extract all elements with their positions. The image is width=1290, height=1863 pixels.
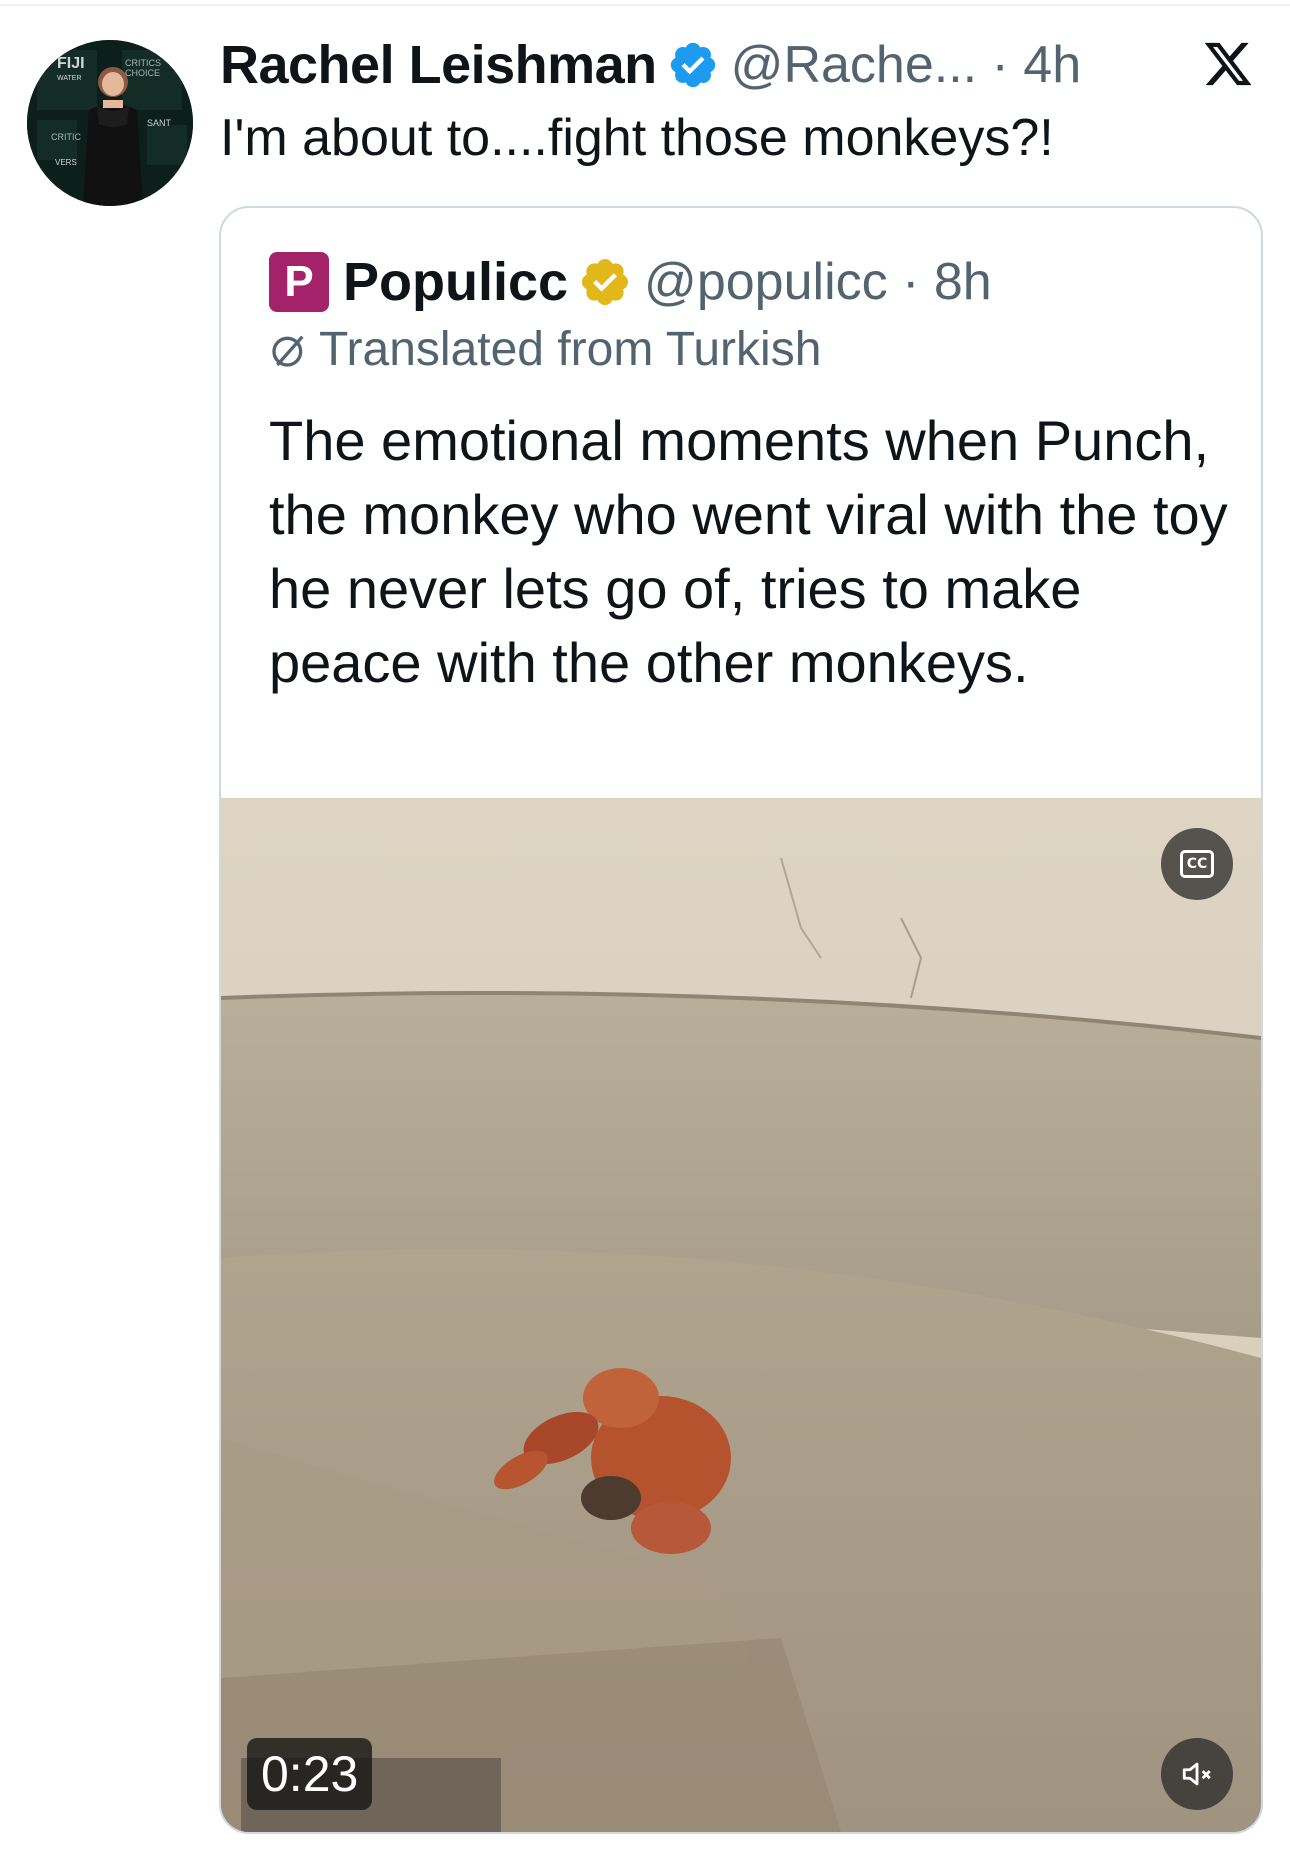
translated-label: Translated from Turkish — [319, 323, 822, 376]
quoted-tweet-card[interactable]: P Populicc @populicc · 8h Translated fro… — [219, 206, 1263, 1834]
translation-notice[interactable]: Translated from Turkish — [269, 322, 821, 377]
populicc-logo-icon[interactable]: P — [269, 252, 329, 312]
video-duration: 0:23 — [247, 1738, 373, 1810]
translate-icon — [272, 335, 304, 367]
closed-captions-icon: CC — [1180, 850, 1214, 878]
gold-verified-badge-icon — [581, 258, 629, 306]
quoted-display-name[interactable]: Populicc — [343, 251, 568, 313]
svg-text:CRITIC: CRITIC — [51, 132, 81, 142]
video-player[interactable]: CC 0:23 — [221, 798, 1261, 1832]
svg-text:SANT: SANT — [147, 118, 172, 128]
svg-text:WATER: WATER — [57, 75, 82, 82]
tweet-header: Rachel Leishman @Rache... · 4h — [220, 30, 1081, 100]
verified-badge-icon — [670, 42, 715, 88]
quoted-tweet-header: P Populicc @populicc · 8h — [269, 250, 992, 314]
tweet-text: I'm about to....fight those monkeys?! — [220, 109, 1054, 167]
top-divider — [0, 4, 1290, 6]
svg-text:FIJI: FIJI — [57, 55, 85, 72]
svg-text:CRITICS: CRITICS — [125, 58, 161, 68]
closed-captions-button[interactable]: CC — [1161, 828, 1233, 900]
svg-text:VERS: VERS — [55, 158, 77, 167]
video-frame — [221, 798, 1261, 1832]
quoted-tweet-text: The emotional moments when Punch, the mo… — [269, 409, 1228, 694]
svg-text:CHOICE: CHOICE — [125, 68, 160, 78]
author-display-name[interactable]: Rachel Leishman — [220, 34, 657, 96]
speaker-muted-icon — [1182, 1762, 1211, 1786]
mute-button[interactable] — [1161, 1738, 1233, 1810]
quoted-handle-time[interactable]: @populicc · 8h — [644, 252, 992, 312]
x-logo-icon[interactable] — [1202, 38, 1254, 90]
author-handle-time[interactable]: @Rache... · 4h — [731, 35, 1082, 95]
author-avatar[interactable]: FIJI WATER CRITICS CHOICE CRITIC SANT VE… — [27, 40, 193, 206]
avatar-photo: FIJI WATER CRITICS CHOICE CRITIC SANT VE… — [27, 40, 193, 206]
